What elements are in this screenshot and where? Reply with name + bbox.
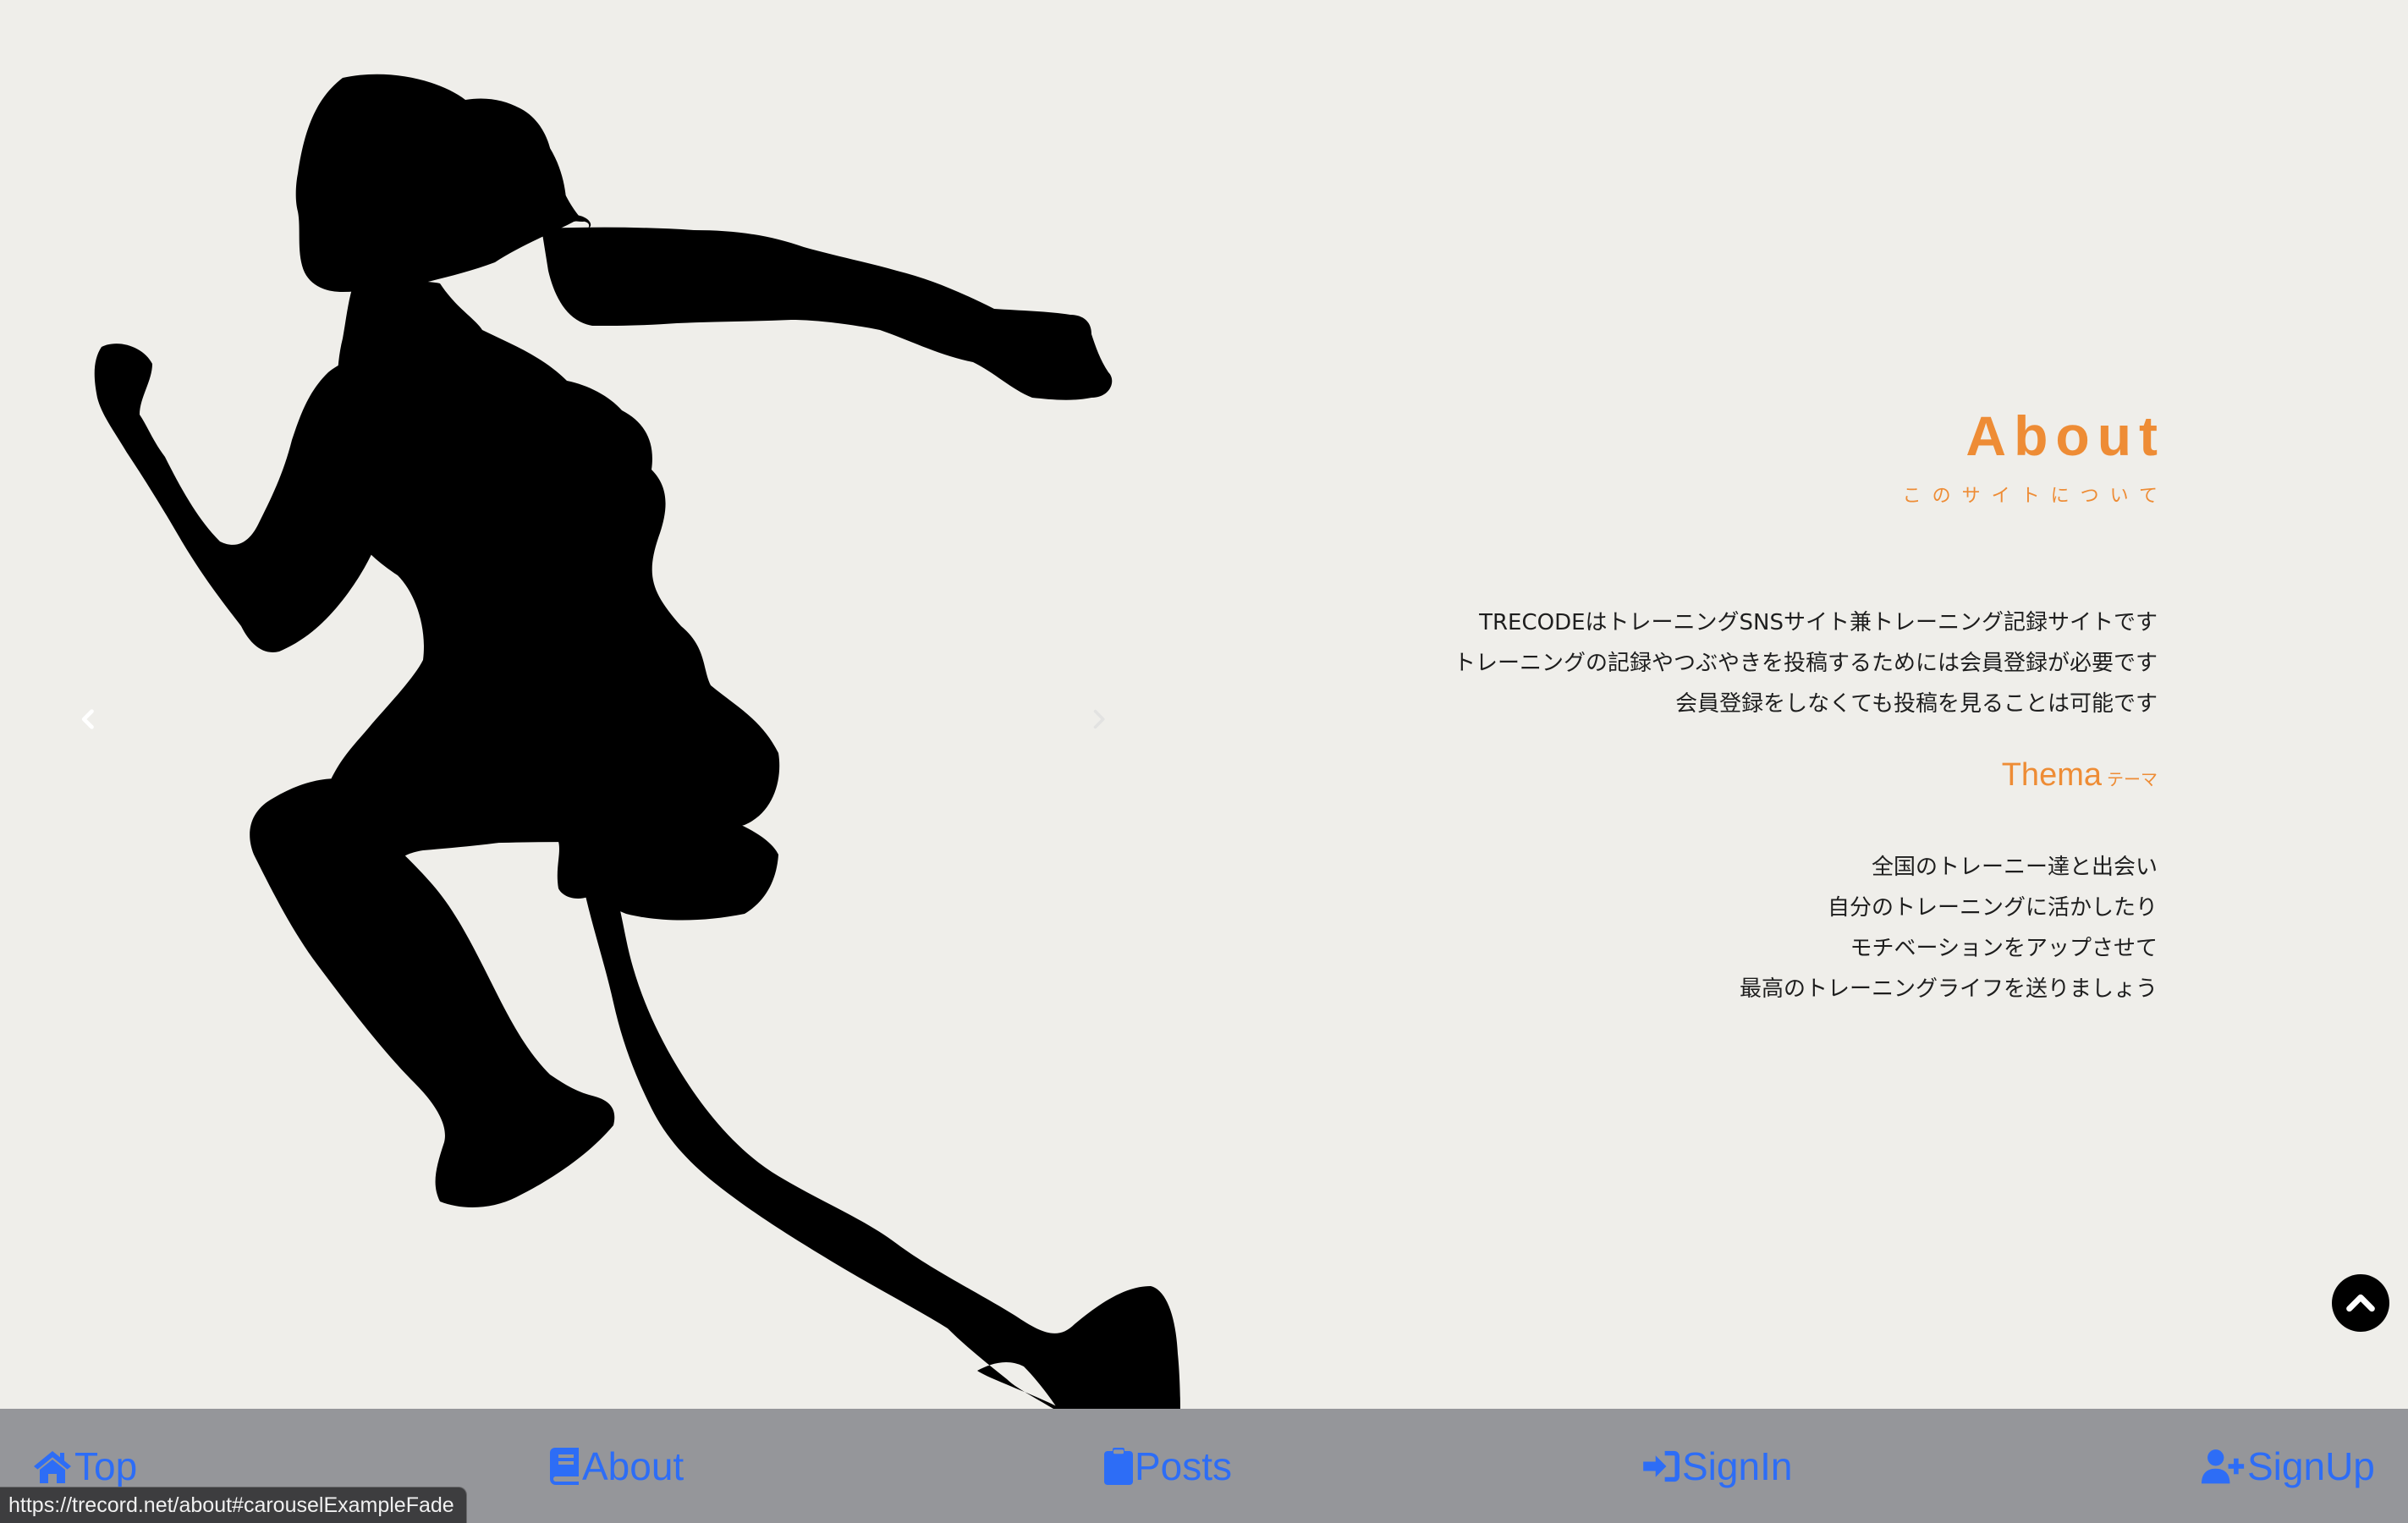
runner-silhouette-image — [94, 74, 1180, 1409]
home-icon — [34, 1451, 71, 1483]
nav-top-label: Top — [74, 1444, 138, 1488]
chevron-right-icon — [1093, 709, 1105, 729]
back-to-top-button[interactable] — [2332, 1274, 2389, 1332]
nav-posts-link[interactable]: Posts — [1104, 1443, 1232, 1490]
about-subtitle: このサイトについて — [1902, 486, 2169, 507]
carousel-next-button[interactable] — [1073, 694, 1124, 745]
nav-posts-label: Posts — [1135, 1444, 1233, 1488]
thema-line: 全国のトレーニー達と出会い — [1871, 855, 2158, 880]
chevron-up-icon — [2346, 1294, 2375, 1312]
user-plus-icon — [2202, 1449, 2245, 1484]
thema-title: Thema — [2001, 757, 2102, 793]
about-line: トレーニングの記録やつぶやきを投稿するためには会員登録が必要です — [1453, 651, 2158, 676]
about-description: TRECODEはトレーニングSNSサイト兼トレーニング記録サイトです トレーニン… — [1311, 602, 2158, 724]
nav-about-link[interactable]: About — [550, 1443, 684, 1490]
clipboard-icon — [1104, 1448, 1133, 1485]
page: About このサイトについて TRECODEはトレーニングSNSサイト兼トレー… — [0, 0, 2408, 1523]
about-line: TRECODEはトレーニングSNSサイト兼トレーニング記録サイトです — [1479, 610, 2158, 635]
thema-heading: Thema テーマ — [1311, 750, 2158, 806]
nav-signin-link[interactable]: SignIn — [1643, 1443, 1792, 1490]
hero-carousel — [0, 0, 1201, 1409]
about-line: 会員登録をしなくても投稿を見ることは可能です — [1675, 691, 2158, 717]
thema-description: 全国のトレーニー達と出会い 自分のトレーニングに活かしたり モチベーションをアッ… — [1311, 847, 2158, 1009]
book-icon — [550, 1448, 579, 1485]
sign-in-icon — [1643, 1450, 1680, 1482]
thema-line: 自分のトレーニングに活かしたり — [1827, 895, 2158, 921]
nav-about-label: About — [582, 1444, 684, 1488]
about-title: About — [1965, 404, 2165, 467]
about-section: About このサイトについて TRECODEはトレーニングSNSサイト兼トレー… — [1311, 398, 2158, 1009]
thema-line: モチベーションをアップさせて — [1850, 936, 2158, 961]
nav-signup-link[interactable]: SignUp — [2202, 1443, 2375, 1490]
nav-top-link[interactable]: Top — [32, 1443, 137, 1490]
thema-line: 最高のトレーニングライフを送りましょう — [1739, 976, 2158, 1002]
carousel-prev-button[interactable] — [63, 694, 114, 745]
nav-signin-label: SignIn — [1682, 1444, 1793, 1488]
status-bar-url: https://trecord.net/about#carouselExampl… — [0, 1487, 467, 1523]
chevron-left-icon — [81, 709, 94, 729]
nav-signup-label: SignUp — [2247, 1444, 2375, 1488]
thema-subtitle: テーマ — [2107, 769, 2158, 789]
